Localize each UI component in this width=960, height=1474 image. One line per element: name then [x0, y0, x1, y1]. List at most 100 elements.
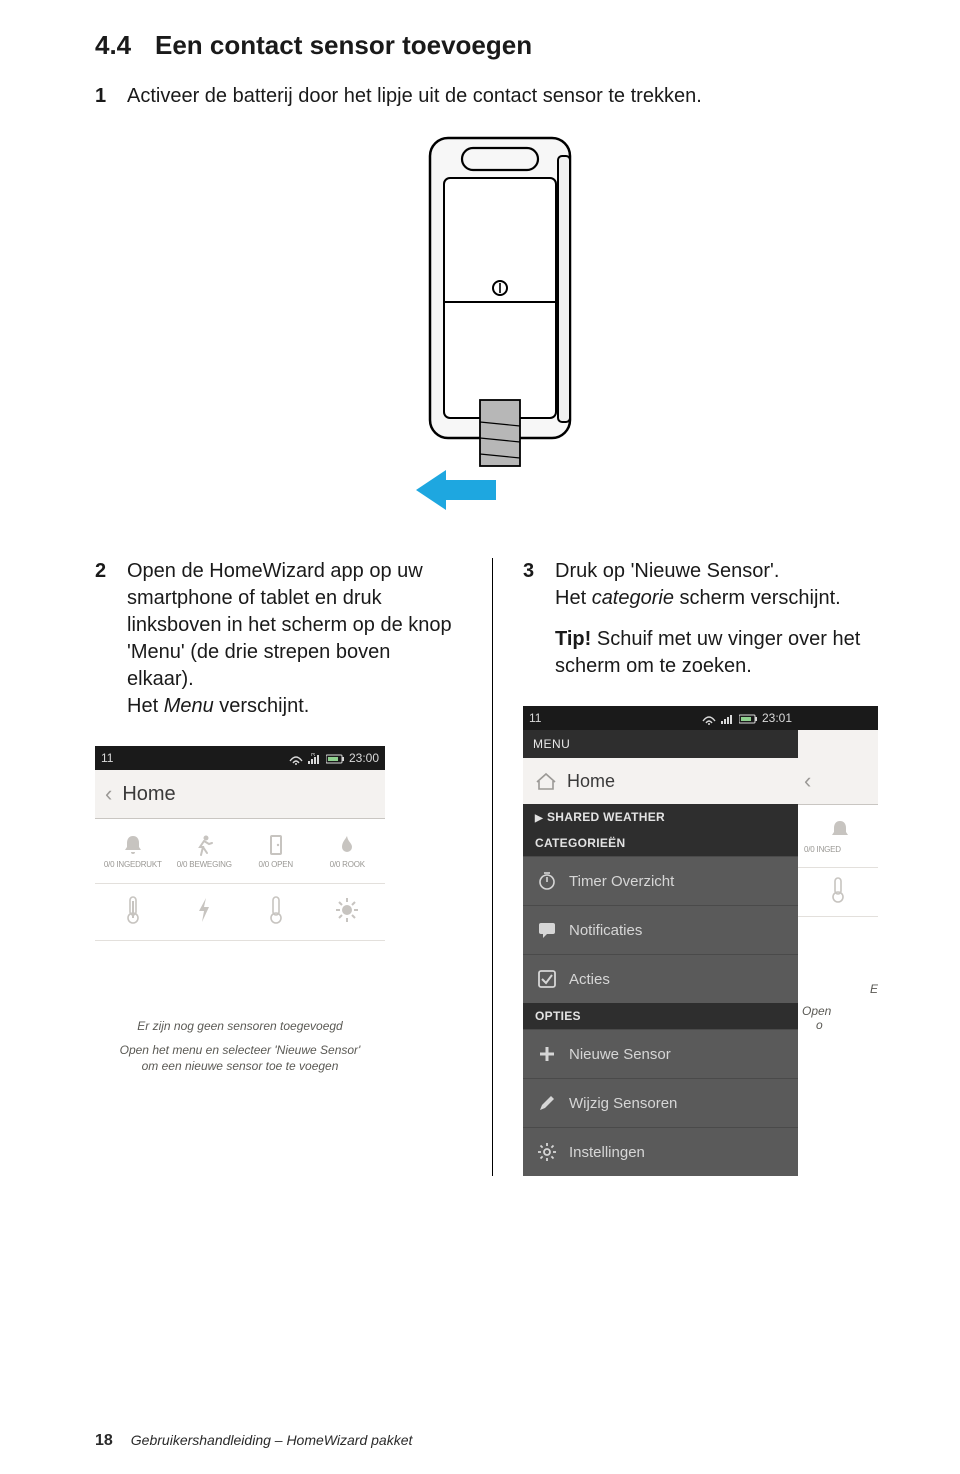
menu-section-categories: CATEGORIEËN [523, 830, 798, 856]
status-cell-open: 0/0 OPEN [240, 833, 312, 869]
menu-section-options: OPTIES [523, 1003, 798, 1029]
peek-status-bar [798, 706, 878, 730]
svg-text:R: R [311, 753, 316, 758]
flame-icon [335, 833, 359, 857]
page-number: 18 [95, 1432, 113, 1450]
wifi-icon [702, 713, 716, 725]
signal-icon [721, 713, 733, 725]
triangle-icon: ▶ [535, 813, 543, 824]
status-icons: R 23:00 [287, 751, 379, 765]
menu-item-actions[interactable]: Acties [523, 954, 798, 1003]
menu-item-settings-label: Instellingen [569, 1144, 645, 1161]
menu-item-new-label: Nieuwe Sensor [569, 1046, 671, 1063]
step-2-result-c: verschijnt. [214, 695, 310, 717]
page-footer: 18 Gebruikershandleiding – HomeWizard pa… [95, 1432, 412, 1450]
menu-section-shared[interactable]: ▶ SHARED WEATHER [523, 804, 798, 830]
peek-title-bar[interactable]: ‹ [798, 758, 878, 805]
timer-icon [537, 871, 557, 891]
peek-cell: 0/0 INGED [800, 818, 876, 854]
menu-item-notifications[interactable]: Notificaties [523, 905, 798, 954]
status-time-r: 23:01 [762, 711, 792, 725]
menu-item-settings[interactable]: Instellingen [523, 1127, 798, 1176]
menu-item-notif-label: Notificaties [569, 922, 642, 939]
peek-l3: o [802, 1018, 823, 1032]
peek-l2: Open [802, 1004, 831, 1018]
status-left-r: 11 [529, 711, 541, 725]
menu-panel: 11 23:01 MENU Home ▶ SHARED WEATHER [523, 706, 798, 1176]
peek-l1: E [802, 982, 878, 996]
battery-icon [739, 713, 759, 725]
empty-line-2: Open het menu en selecteer 'Nieuwe Senso… [113, 1043, 367, 1074]
status-time: 23:00 [349, 751, 379, 765]
menu-item-timer[interactable]: Timer Overzicht [523, 856, 798, 905]
two-column-block: 2 Open de HomeWizard app op uw smartphon… [95, 558, 890, 1176]
step-2-result-a: Het [127, 695, 164, 717]
status-cap-1: 0/0 INGEDRUKT [97, 860, 169, 869]
gear-icon [537, 1142, 557, 1162]
bell-icon [828, 818, 852, 842]
status-cell-smoke: 0/0 ROOK [312, 833, 384, 869]
menu-header: MENU [523, 730, 798, 758]
bolt-icon [169, 895, 241, 930]
door-icon [264, 833, 288, 857]
empty-line-1: Er zijn nog geen sensoren toegevoegd [137, 1019, 342, 1033]
bell-icon [121, 833, 145, 857]
peek-icon-row2 [798, 868, 878, 917]
step-2-number: 2 [95, 558, 127, 585]
step-1-number: 1 [95, 83, 127, 110]
step-2-result-b: Menu [164, 695, 214, 717]
peek-panel: ‹ 0/0 INGED E Open [798, 706, 878, 1176]
chevron-left-icon: ‹ [804, 768, 811, 794]
device-illustration [95, 128, 890, 518]
step-3-body: Druk op 'Nieuwe Sensor'. Het categorie s… [555, 558, 890, 680]
sensor-status-row: 0/0 INGEDRUKT 0/0 BEWEGING 0/0 OPEN 0/0 … [95, 819, 385, 884]
thermo-icon [97, 895, 169, 930]
step-3-result-b: categorie [592, 587, 674, 609]
title-bar[interactable]: ‹ Home [95, 770, 385, 819]
menu-home-label: Home [567, 771, 615, 792]
menu-item-edit-sensors[interactable]: Wijzig Sensoren [523, 1078, 798, 1127]
peek-cap: 0/0 INGED [804, 845, 876, 854]
thermo-icon [800, 876, 876, 909]
screenshot-home: 11 R 23:00 ‹ Home 0/0 INGEDRUKT [95, 746, 385, 1153]
empty-state: Er zijn nog geen sensoren toegevoegd Ope… [95, 941, 385, 1153]
chevron-left-icon: ‹ [105, 781, 112, 807]
status-bar: 11 R 23:00 [95, 746, 385, 770]
left-column: 2 Open de HomeWizard app op uw smartphon… [95, 558, 492, 1176]
menu-item-actions-label: Acties [569, 971, 610, 988]
chat-icon [537, 920, 557, 940]
peek-spacer [798, 730, 878, 758]
wifi-icon [289, 753, 303, 765]
section-number: 4.4 [95, 30, 155, 61]
footer-text: Gebruikershandleiding – HomeWizard pakke… [131, 1432, 413, 1448]
signal-icon: R [308, 753, 320, 765]
motion-icon [192, 833, 216, 857]
page: 4.4Een contact sensor toevoegen 1 Active… [0, 0, 960, 1474]
peek-body: E Open o [798, 917, 878, 1097]
sun-icon [312, 895, 384, 930]
pencil-icon [537, 1093, 557, 1113]
step-2-body: Open de HomeWizard app op uw smartphone … [127, 558, 462, 720]
tip-label: Tip! [555, 628, 591, 650]
peek-icon-row: 0/0 INGED [798, 805, 878, 868]
check-icon [537, 969, 557, 989]
step-3-number: 3 [523, 558, 555, 585]
contact-sensor-illustration [388, 128, 598, 518]
status-left: 11 [101, 751, 113, 765]
status-cell-pressed: 0/0 INGEDRUKT [97, 833, 169, 869]
battery-icon [326, 753, 346, 765]
step-3: 3 Druk op 'Nieuwe Sensor'. Het categorie… [523, 558, 890, 680]
status-icons-r: 23:01 [700, 711, 792, 725]
menu-section-shared-label: SHARED WEATHER [547, 810, 665, 824]
status-cell-motion: 0/0 BEWEGING [169, 833, 241, 869]
status-cap-3: 0/0 OPEN [240, 860, 312, 869]
section-title-text: Een contact sensor toevoegen [155, 30, 532, 60]
plus-icon [537, 1044, 557, 1064]
menu-home-item[interactable]: Home [523, 758, 798, 804]
home-icon [535, 772, 557, 790]
step-2: 2 Open de HomeWizard app op uw smartphon… [95, 558, 462, 720]
info-row [95, 884, 385, 941]
section-heading: 4.4Een contact sensor toevoegen [95, 30, 890, 61]
menu-item-new-sensor[interactable]: Nieuwe Sensor [523, 1029, 798, 1078]
thermo2-icon [240, 895, 312, 930]
